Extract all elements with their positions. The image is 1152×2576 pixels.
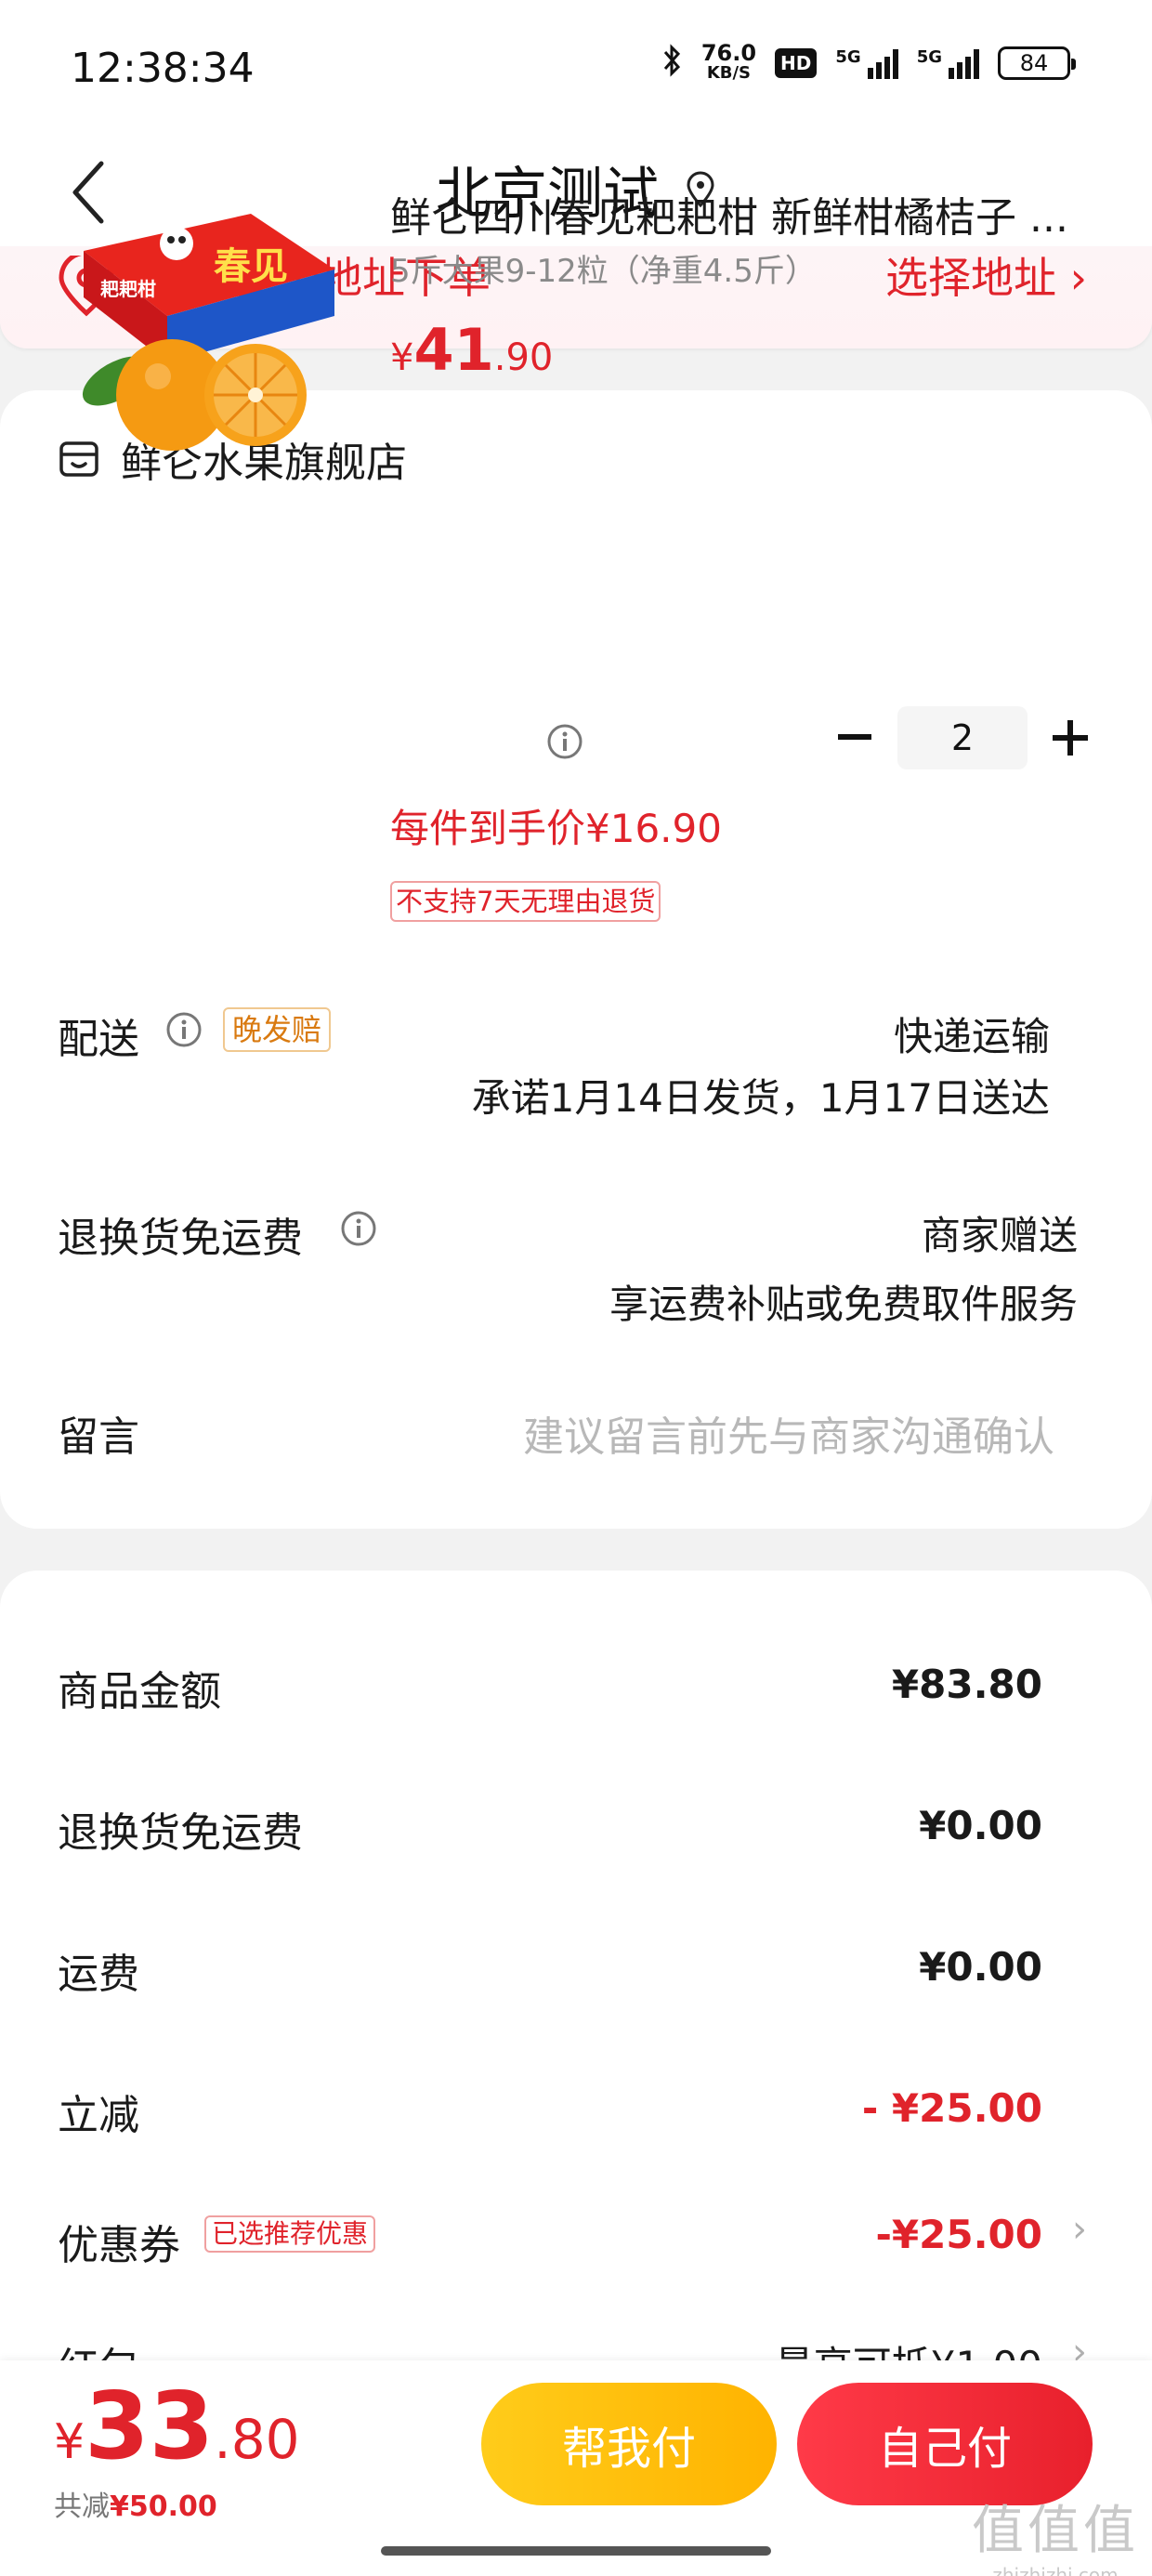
goods-amount-value: ¥83.80 [891, 1662, 1042, 1707]
instant-discount-label: 立减 [58, 2092, 139, 2139]
signal-strength-icon: 5G [835, 47, 898, 79]
coupon-chevron-icon[interactable]: › [1072, 2208, 1087, 2251]
price-currency: ¥ [390, 336, 414, 379]
net-speed-value: 76.0 [700, 40, 757, 66]
return-shipping-desc: 享运费补贴或免费取件服务 [609, 1281, 1078, 1327]
delivery-label: 配送 [58, 1016, 139, 1063]
return-fee-label: 退换货免运费 [58, 1809, 303, 1857]
plus-icon [1053, 720, 1088, 756]
quantity-value[interactable]: 2 [897, 706, 1028, 769]
coupon-label: 优惠券 [58, 2222, 180, 2269]
select-address-link[interactable]: 选择地址 › [885, 246, 1087, 306]
return-shipping-label: 退换货免运费 [58, 1215, 303, 1262]
decrease-quantity-button[interactable] [827, 706, 883, 769]
order-item-card: 鲜仑水果旗舰店 [0, 390, 1152, 1529]
product-spec[interactable]: 5斤大果9-12粒（净重4.5斤） [390, 245, 817, 291]
saved-prefix: 共减 [54, 2491, 110, 2523]
goods-amount-label: 商品金额 [58, 1668, 221, 1715]
minus-icon [838, 734, 871, 740]
price-decimal: .90 [493, 336, 554, 379]
memo-input[interactable]: 建议留言前先与商家沟通确认 [523, 1403, 1054, 1463]
no-return-tag: 不支持7天无理由退货 [390, 881, 661, 922]
saved-amount: ¥50.00 [110, 2491, 217, 2523]
signal-strength-icon-2: 5G [917, 47, 979, 79]
signal-label-2: 5G [916, 47, 942, 67]
total-integer: 33 [85, 2372, 215, 2480]
delivery-info-icon[interactable] [165, 1011, 203, 1052]
status-bar: 12:38:34 76.0 KB/S HD 5G 5G 84 [0, 0, 1152, 139]
orange-gift-box-image: 耙耙柑 春见 [82, 214, 334, 451]
delivery-promise: 承诺1月14日发货，1月17日送达 [471, 1075, 1050, 1121]
help-me-pay-button[interactable]: 帮我付 [481, 2383, 777, 2505]
late-delivery-compensation-tag: 晚发赔 [223, 1007, 332, 1052]
signal-label: 5G [835, 47, 861, 67]
network-speed: 76.0 KB/S [700, 40, 757, 84]
total-price: ¥ 33 .80 [54, 2372, 300, 2480]
product-title[interactable]: 鲜仑四川春见耙耙柑 新鲜柑橘桔子 ... [390, 184, 1096, 243]
return-fee-value: ¥0.00 [919, 1803, 1042, 1848]
battery-level: 84 [1019, 50, 1049, 76]
unit-final-price: 每件到手价¥16.90 [390, 806, 722, 851]
watermark-logo: 值值值 [972, 2501, 1139, 2561]
battery-icon: 84 [998, 46, 1076, 80]
hd-voice-icon: HD [775, 48, 818, 78]
shipping-fee-value: ¥0.00 [919, 1944, 1042, 1990]
coupon-recommended-tag: 已选推荐优惠 [204, 2215, 376, 2253]
memo-label: 留言 [58, 1413, 139, 1461]
net-speed-unit: KB/S [706, 63, 752, 83]
site-watermark: 值值值 zhizhizhi.com [972, 2489, 1139, 2576]
bluetooth-icon [662, 44, 683, 83]
total-decimal: .80 [214, 2408, 300, 2471]
price-info-icon[interactable] [546, 723, 583, 764]
instant-discount-value: - ¥25.00 [861, 2085, 1042, 2131]
return-shipping-value: 商家赠送 [921, 1213, 1078, 1258]
quantity-stepper: 2 [827, 706, 1098, 769]
coupon-value[interactable]: -¥25.00 [875, 2212, 1042, 2257]
increase-quantity-button[interactable] [1042, 706, 1098, 769]
shipping-fee-label: 运费 [58, 1951, 139, 1998]
home-indicator[interactable] [381, 2546, 771, 2556]
status-time: 12:38:34 [71, 45, 255, 92]
status-icons: 76.0 KB/S HD 5G 5G 84 [662, 40, 1076, 84]
order-confirm-page: 12:38:34 76.0 KB/S HD 5G 5G 84 北京测试 选择地址… [0, 0, 1152, 2576]
total-currency: ¥ [54, 2414, 85, 2470]
total-saved: 共减¥50.00 [54, 2483, 217, 2524]
pay-myself-button[interactable]: 自己付 [797, 2383, 1093, 2505]
svg-text:春见: 春见 [214, 246, 288, 287]
product-image[interactable]: 耙耙柑 春见 [65, 195, 344, 465]
watermark-url: zhizhizhi.com [992, 2564, 1119, 2576]
svg-text:耙耙柑: 耙耙柑 [100, 278, 156, 300]
price-integer: 41 [413, 316, 494, 384]
return-shipping-info-icon[interactable] [340, 1210, 377, 1251]
product-price: ¥ 41 .90 [390, 316, 553, 384]
delivery-method[interactable]: 快递运输 [894, 1005, 1050, 1062]
